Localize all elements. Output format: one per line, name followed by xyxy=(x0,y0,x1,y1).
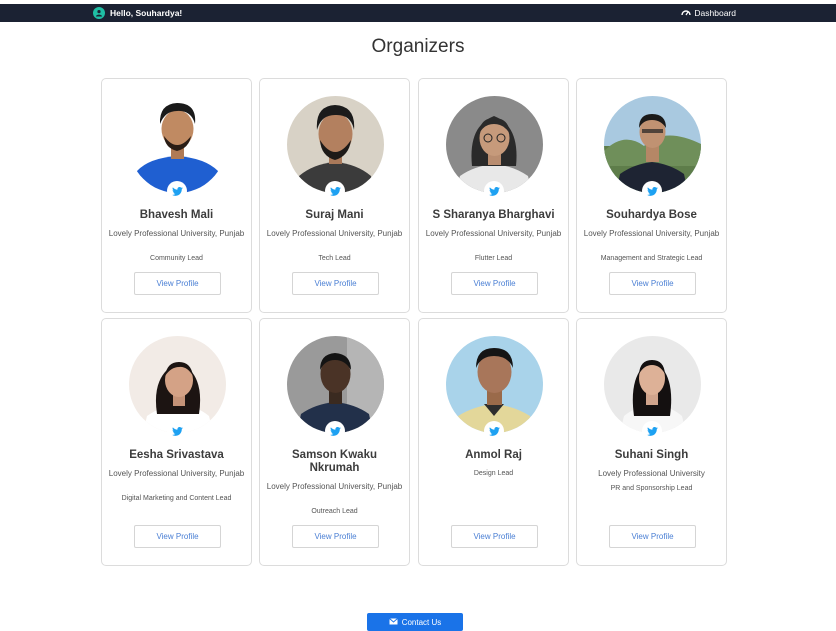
view-profile-button[interactable]: View Profile xyxy=(134,525,221,548)
contact-us-label: Contact Us xyxy=(401,617,442,627)
greeting: Hello, Souhardya! xyxy=(93,6,182,20)
twitter-icon[interactable] xyxy=(167,181,187,201)
contact-us-button[interactable]: Contact Us xyxy=(367,613,463,631)
organizer-role: Management and Strategic Lead xyxy=(600,255,703,262)
organizer-role: PR and Sponsorship Lead xyxy=(610,485,693,492)
twitter-icon[interactable] xyxy=(325,421,345,441)
twitter-icon[interactable] xyxy=(484,421,504,441)
envelope-icon xyxy=(388,617,398,627)
user-badge-icon xyxy=(93,7,105,19)
view-profile-button[interactable]: View Profile xyxy=(451,272,538,295)
avatar xyxy=(129,336,226,433)
organizer-card: Anmol Raj Design Lead View Profile xyxy=(418,318,569,566)
organizer-name: Anmol Raj xyxy=(465,449,522,461)
organizer-card: Suraj Mani Lovely Professional Universit… xyxy=(259,78,410,313)
organizer-card: Bhavesh Mali Lovely Professional Univers… xyxy=(101,78,252,313)
organizer-name: Suhani Singh xyxy=(614,449,689,461)
twitter-icon[interactable] xyxy=(325,181,345,201)
avatar xyxy=(604,336,701,433)
greeting-text: Hello, Souhardya! xyxy=(110,8,183,18)
organizer-card: Souhardya Bose Lovely Professional Unive… xyxy=(576,78,727,313)
organizer-card: Suhani Singh Lovely Professional Univers… xyxy=(576,318,727,566)
top-navbar: Hello, Souhardya! Dashboard xyxy=(0,4,836,22)
twitter-icon[interactable] xyxy=(167,421,187,441)
organizer-card: S Sharanya Bharghavi Lovely Professional… xyxy=(418,78,569,313)
speedometer-icon xyxy=(681,8,692,18)
view-profile-button[interactable]: View Profile xyxy=(292,272,379,295)
twitter-icon[interactable] xyxy=(642,421,662,441)
organizer-university: Lovely Professional University, Punjab xyxy=(108,229,245,238)
twitter-icon[interactable] xyxy=(642,181,662,201)
view-profile-button[interactable]: View Profile xyxy=(609,525,696,548)
organizer-name: Suraj Mani xyxy=(305,209,364,221)
avatar xyxy=(604,96,701,193)
organizers-grid: Bhavesh Mali Lovely Professional Univers… xyxy=(101,78,729,566)
organizer-role: Outreach Lead xyxy=(311,508,358,515)
organizer-university: Lovely Professional University, Punjab xyxy=(583,229,720,238)
view-profile-button[interactable]: View Profile xyxy=(609,272,696,295)
organizer-university: Lovely Professional University, Punjab xyxy=(425,229,562,238)
avatar xyxy=(287,336,384,433)
organizer-role: Community Lead xyxy=(150,255,203,262)
dashboard-label: Dashboard xyxy=(694,8,736,18)
organizer-role: Digital Marketing and Content Lead xyxy=(121,495,232,502)
avatar xyxy=(446,96,543,193)
view-profile-button[interactable]: View Profile xyxy=(134,272,221,295)
organizer-name: S Sharanya Bharghavi xyxy=(432,209,555,221)
twitter-icon[interactable] xyxy=(484,181,504,201)
organizer-university: Lovely Professional University, Punjab xyxy=(108,469,245,478)
organizer-university: Lovely Professional University xyxy=(598,469,705,478)
dashboard-link[interactable]: Dashboard xyxy=(681,6,736,20)
organizer-name: Eesha Srivastava xyxy=(129,449,224,461)
organizer-name: Bhavesh Mali xyxy=(139,209,214,221)
avatar xyxy=(129,96,226,193)
avatar xyxy=(287,96,384,193)
organizer-role: Flutter Lead xyxy=(474,255,513,262)
organizer-university: Lovely Professional University, Punjab xyxy=(266,482,403,491)
organizer-university: Lovely Professional University, Punjab xyxy=(266,229,403,238)
organizer-card: Eesha Srivastava Lovely Professional Uni… xyxy=(101,318,252,566)
organizer-card: Samson Kwaku Nkrumah Lovely Professional… xyxy=(259,318,410,566)
avatar xyxy=(446,336,543,433)
organizer-name: Souhardya Bose xyxy=(606,209,697,221)
view-profile-button[interactable]: View Profile xyxy=(292,525,379,548)
organizer-name: Samson Kwaku Nkrumah xyxy=(292,449,377,474)
organizer-role: Design Lead xyxy=(473,470,514,477)
page-title: Organizers xyxy=(371,36,465,57)
view-profile-button[interactable]: View Profile xyxy=(451,525,538,548)
organizer-role: Tech Lead xyxy=(318,255,351,262)
